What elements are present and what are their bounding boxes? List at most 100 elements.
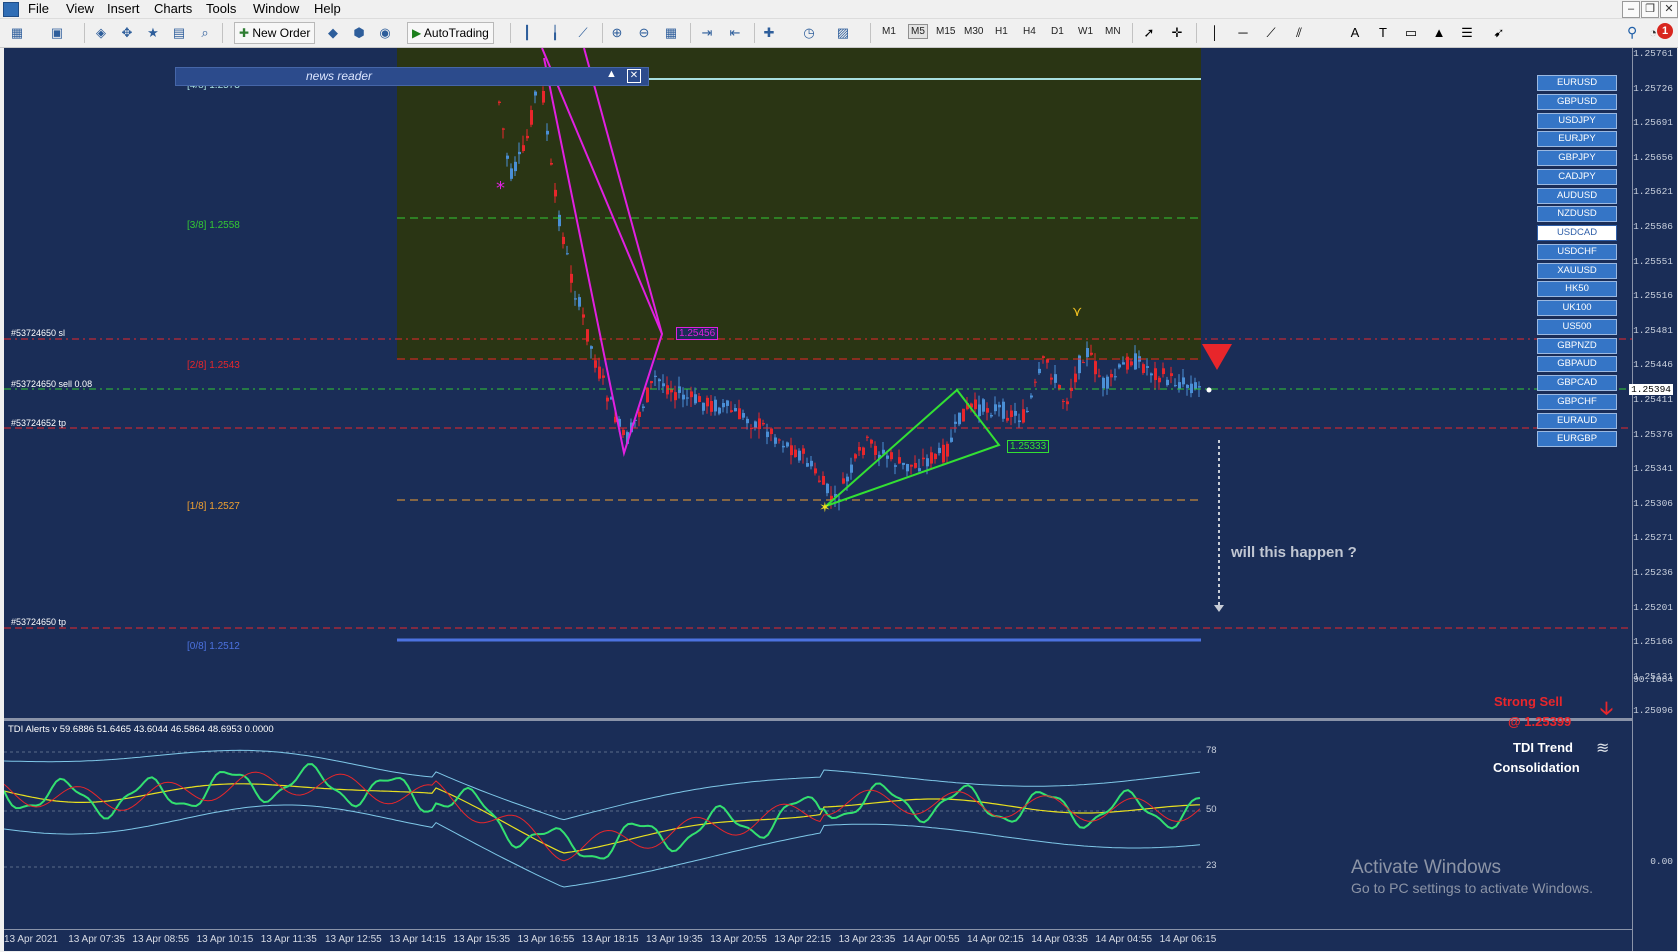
candle-body (1002, 401, 1005, 419)
symbol-button-usdchf[interactable]: USDCHF (1537, 243, 1617, 260)
symbol-button-euraud[interactable]: EURAUD (1537, 412, 1617, 429)
tile-windows-icon[interactable]: ▦ (662, 25, 680, 41)
signals-icon[interactable]: ⬢ (350, 25, 368, 41)
symbol-button-usdcad[interactable]: USDCAD (1537, 225, 1617, 241)
symbol-button-usdjpy[interactable]: USDJPY (1537, 112, 1617, 129)
candle-body (734, 408, 737, 412)
menu-window[interactable]: Window (253, 1, 299, 16)
price-axis-label: 1.25411 (1633, 394, 1673, 405)
strategy-tester-icon[interactable]: ⌕ (196, 25, 214, 41)
menu-file[interactable]: File (28, 1, 49, 16)
menu-insert[interactable]: Insert (107, 1, 140, 16)
candle-body (510, 168, 513, 179)
menu-help[interactable]: Help (314, 1, 341, 16)
symbol-button-gbpaud[interactable]: GBPAUD (1537, 356, 1617, 373)
candle-body (1186, 384, 1189, 388)
menu-tools[interactable]: Tools (206, 1, 236, 16)
news-reader-panel[interactable]: news reader ▲ ✕ (175, 67, 649, 86)
symbol-button-gbpnzd[interactable]: GBPNZD (1537, 337, 1617, 354)
horizontal-line-icon[interactable]: ─ (1234, 25, 1252, 41)
candle-body (794, 449, 797, 458)
text-icon[interactable]: A (1346, 25, 1364, 41)
time-axis-label: 13 Apr 14:15 (389, 934, 446, 945)
symbol-button-gbpjpy[interactable]: GBPJPY (1537, 150, 1617, 166)
candle-body (806, 463, 809, 467)
market-icon[interactable]: ◉ (376, 25, 394, 41)
new-chart-icon[interactable]: ▦ (8, 25, 26, 41)
timeframe-h4[interactable]: H4 (1023, 26, 1036, 37)
symbol-button-eurjpy[interactable]: EURJPY (1537, 131, 1617, 148)
main-chart[interactable]: * ✶ ⋎ (4, 48, 1632, 718)
collapse-icon[interactable]: ▲ (606, 68, 617, 80)
market-watch-icon[interactable]: ◈ (92, 25, 110, 41)
timeframe-m5[interactable]: M5 (908, 24, 928, 39)
zoom-in-icon[interactable]: ⊕ (608, 25, 626, 41)
symbol-button-eurgbp[interactable]: EURGBP (1537, 431, 1617, 448)
symbol-button-gbpusd[interactable]: GBPUSD (1537, 93, 1617, 110)
symbol-button-us500[interactable]: US500 (1537, 318, 1617, 335)
candle-chart-icon[interactable]: ╽ (546, 25, 564, 41)
fibo-icon[interactable]: ☰ (1458, 25, 1476, 41)
candle-body (1050, 377, 1053, 380)
line-chart-icon[interactable]: ⟋ (574, 25, 592, 41)
autotrading-button[interactable]: ▶ AutoTrading (407, 22, 494, 44)
timeframe-m1[interactable]: M1 (882, 26, 896, 37)
indicators-icon[interactable]: ✚ (760, 25, 778, 41)
symbol-button-gbpchf[interactable]: GBPCHF (1537, 393, 1617, 410)
symbol-button-nzdusd[interactable]: NZDUSD (1537, 206, 1617, 223)
candle-body (726, 400, 729, 406)
trendline-icon[interactable]: ⟋ (1262, 25, 1280, 41)
candle-body (998, 404, 1001, 408)
close-button[interactable]: ✕ (1660, 1, 1678, 18)
metaeditor-icon[interactable]: ◆ (324, 25, 342, 41)
channel-icon[interactable]: ⫽ (1290, 25, 1308, 41)
candle-body (606, 397, 609, 402)
news-reader-title: news reader (306, 69, 373, 83)
arrows-icon[interactable]: ➹ (1490, 25, 1508, 41)
autoscroll-icon[interactable]: ⇥ (698, 25, 716, 41)
timeframe-m30[interactable]: M30 (964, 26, 983, 37)
symbol-button-uk100[interactable]: UK100 (1537, 300, 1617, 316)
timeframe-h1[interactable]: H1 (995, 26, 1008, 37)
price-axis-label: 1.25096 (1633, 705, 1673, 717)
close-icon[interactable]: ✕ (627, 69, 641, 83)
menu-view[interactable]: View (66, 1, 94, 16)
symbol-button-audusd[interactable]: AUDUSD (1537, 187, 1617, 204)
symbol-button-cadjpy[interactable]: CADJPY (1537, 168, 1617, 185)
time-axis-label: 14 Apr 04:55 (1095, 934, 1153, 945)
symbol-button-xauusd[interactable]: XAUUSD (1537, 262, 1617, 279)
chart-window[interactable]: * ✶ ⋎ [4/8] 1.2573 [3/8] 1.2558 [2/8] 1.… (4, 48, 1677, 951)
cursor-icon[interactable]: ➚ (1140, 25, 1158, 41)
navigator-icon[interactable]: ★ (144, 25, 162, 41)
timeframe-d1[interactable]: D1 (1051, 26, 1064, 37)
vertical-line-icon[interactable]: │ (1206, 25, 1224, 41)
symbol-button-gbpcad[interactable]: GBPCAD (1537, 375, 1617, 391)
terminal-icon[interactable]: ▤ (170, 25, 188, 41)
periods-icon[interactable]: ◷ (800, 25, 818, 41)
candle-body (898, 457, 901, 464)
timeframe-w1[interactable]: W1 (1078, 26, 1093, 37)
bar-chart-icon[interactable]: ┃ (518, 25, 536, 41)
candle-body (1110, 373, 1113, 378)
minimize-button[interactable]: – (1622, 1, 1640, 18)
triangle-icon[interactable]: ▲ (1430, 25, 1448, 41)
profiles-icon[interactable]: ▣ (48, 25, 66, 41)
candle-body (922, 457, 925, 460)
search-icon[interactable]: ⚲ (1627, 24, 1637, 41)
menu-charts[interactable]: Charts (154, 1, 192, 16)
timeframe-m15[interactable]: M15 (936, 26, 955, 37)
timeframe-mn[interactable]: MN (1105, 26, 1121, 37)
rectangle-icon[interactable]: ▭ (1402, 25, 1420, 41)
symbol-button-hk50[interactable]: HK50 (1537, 281, 1617, 298)
crosshair-icon[interactable]: ✛ (1168, 25, 1186, 41)
data-window-icon[interactable]: ✥ (118, 25, 136, 41)
text-label-icon[interactable]: T (1374, 25, 1392, 41)
candle-body (902, 462, 905, 465)
symbol-button-eurusd[interactable]: EURUSD (1537, 75, 1617, 91)
tdi-chart[interactable] (4, 721, 1632, 929)
chart-shift-icon[interactable]: ⇤ (726, 25, 744, 41)
restore-button[interactable]: ❐ (1641, 1, 1659, 18)
templates-icon[interactable]: ▨ (834, 25, 852, 41)
new-order-button[interactable]: ✚ New Order (234, 22, 316, 44)
zoom-out-icon[interactable]: ⊖ (635, 25, 653, 41)
